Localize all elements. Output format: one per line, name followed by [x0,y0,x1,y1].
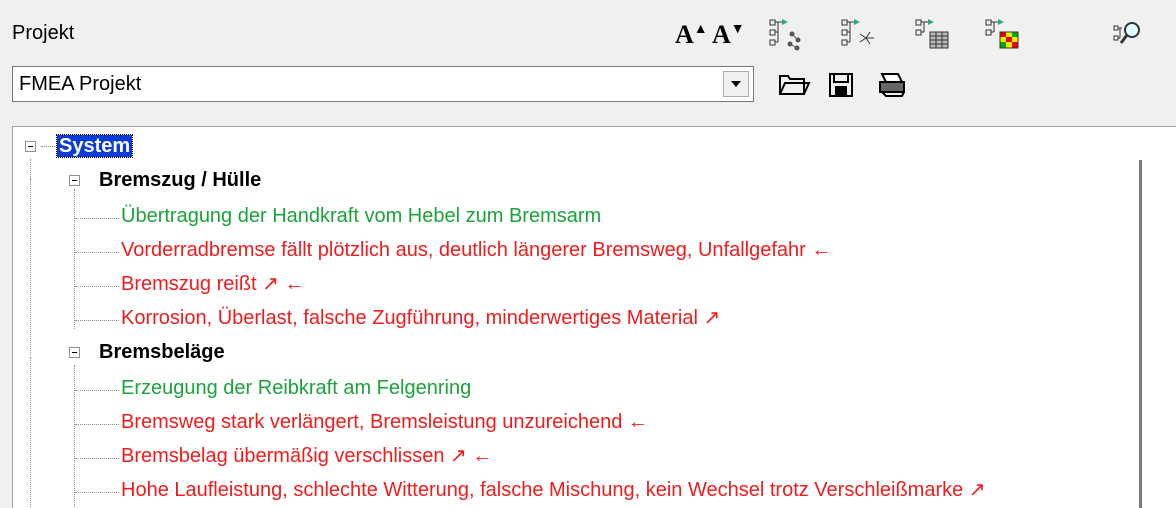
collapse-toggle-system[interactable] [25,141,36,152]
tree-root-system[interactable]: System [55,133,134,159]
project-select[interactable]: FMEA Projekt [12,66,754,102]
tree-item[interactable]: Übertragung der Handkraft vom Hebel zum … [121,203,601,229]
font-increase-icon[interactable]: A▲ [675,20,708,50]
save-icon[interactable] [822,64,862,104]
tree-group-bremsbelaege[interactable]: Bremsbeläge [99,339,225,365]
tree-item[interactable]: Bremsweg stark verlängert, Bremsleistung… [121,409,648,435]
project-select-value: FMEA Projekt [19,73,142,95]
tree-panel[interactable]: System Bremszug / Hülle Übertragung der … [12,126,1176,508]
project-label: Projekt [12,22,75,44]
tree-item[interactable]: Hohe Laufleistung, schlechte Witterung, … [121,477,986,503]
search-zoom-icon[interactable] [1108,16,1148,56]
tree-view-icon[interactable] [764,14,804,54]
tree-item[interactable]: Bremszug reißt ↗ ← [121,271,304,297]
collapse-toggle-group-2[interactable] [69,347,80,358]
matrix-view-icon[interactable] [980,14,1020,54]
network-view-icon[interactable] [836,14,876,54]
tree-group-bremszug[interactable]: Bremszug / Hülle [99,167,261,193]
font-decrease-icon[interactable]: A▼ [712,20,745,50]
chevron-down-icon [731,81,741,87]
tree-item[interactable]: Bremsbelag übermäßig verschlissen ↗ ← [121,443,492,469]
open-folder-icon[interactable] [774,64,814,104]
tree-item[interactable]: Korrosion, Überlast, falsche Zugführung,… [121,305,720,331]
scrollbar[interactable] [1139,160,1142,508]
tree-item[interactable]: Vorderradbremse fällt plötzlich aus, deu… [121,237,831,263]
collapse-toggle-group-1[interactable] [69,175,80,186]
print-icon[interactable] [872,64,912,104]
table-view-icon[interactable] [910,14,950,54]
dropdown-button[interactable] [723,71,749,97]
tree-item[interactable]: Erzeugung der Reibkraft am Felgenring [121,375,471,401]
